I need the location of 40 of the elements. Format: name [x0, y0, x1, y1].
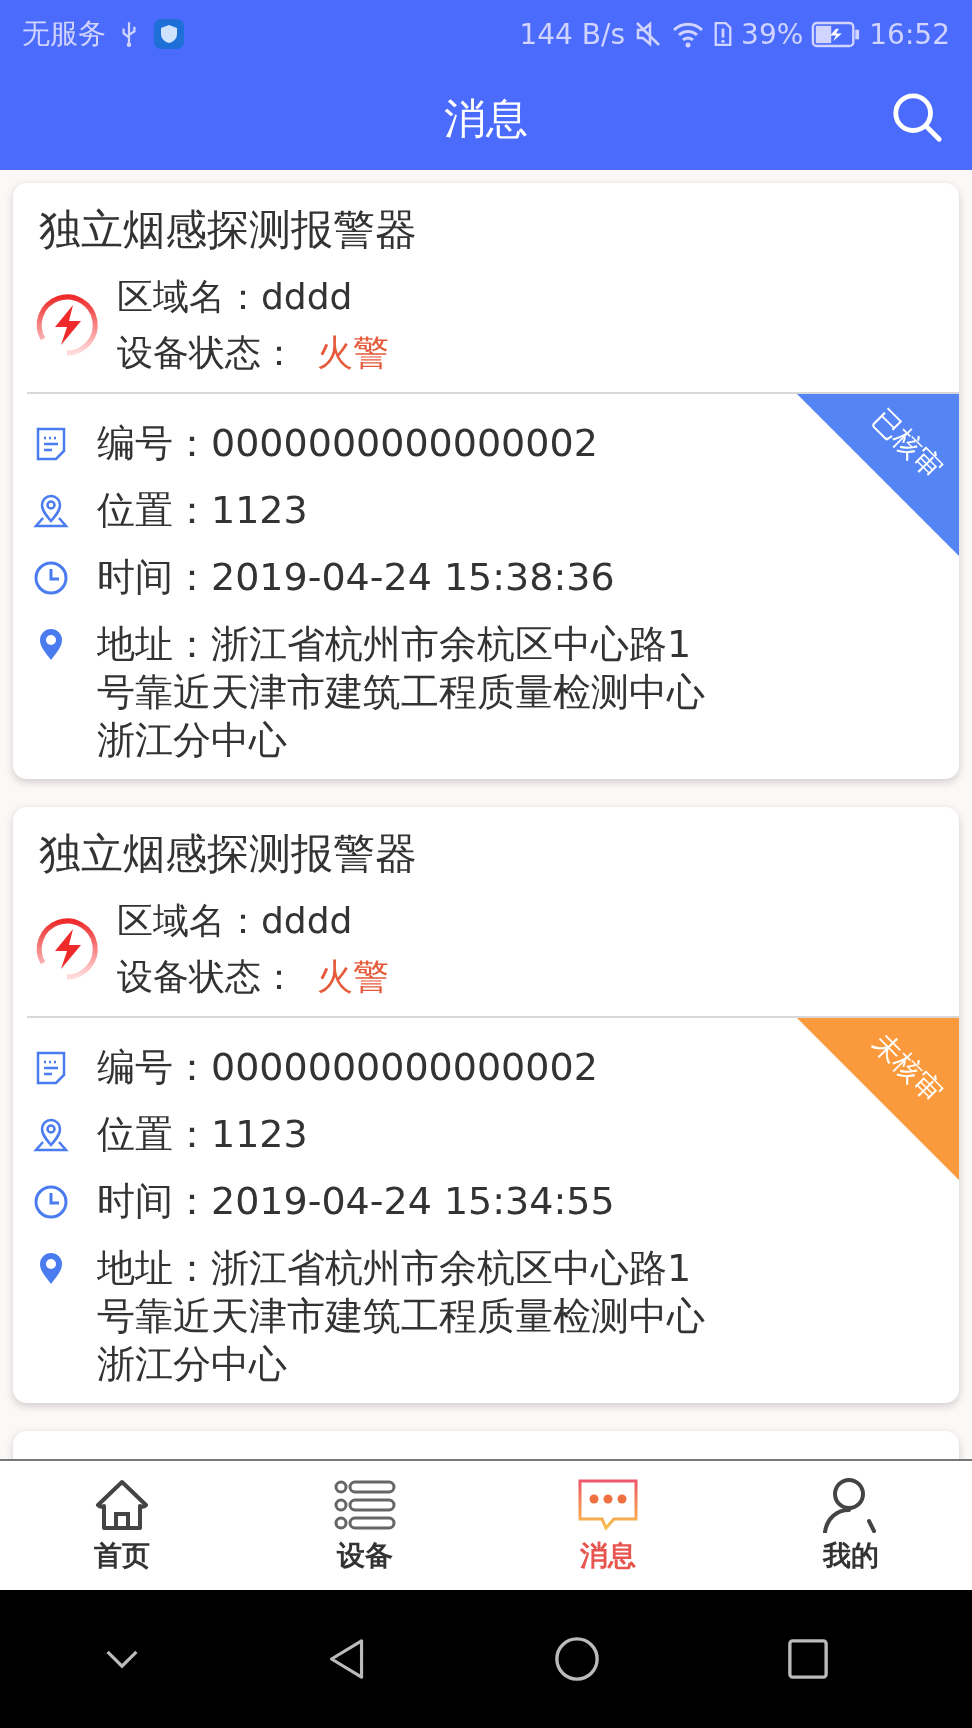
page-title: 消息	[444, 93, 528, 145]
home-circle-icon[interactable]	[553, 1636, 600, 1682]
usb-icon	[120, 20, 138, 48]
message-card[interactable]: 独立烟感探测报警器 区域名：dddd 设备状态： 火警 已核审 编号：0000000000000002 位置：1123 时间：2019-04-24 15:38:36 地址：浙江省杭州市余杭区中心路1号靠近天津市建筑工程质量检测中心浙江分中心	[13, 183, 959, 779]
message-card[interactable]: 独立烟感探测报警器 区域名：dddd 设备状态： 火警 未核审 编号：0000000000000002 位置：1123 时间：2019-04-24 15:34:55 地址：浙江省杭州市余杭区中心路1号靠近天津市建筑工程质量检测中心浙江分中心	[13, 807, 959, 1403]
area-name-text: 区域名：dddd	[117, 899, 354, 943]
area-name-text: 区域名：dddd	[117, 275, 354, 319]
battery-percent-text: 39%	[741, 17, 804, 51]
address-text: 地址：浙江省杭州市余杭区中心路1号靠近天津市建筑工程质量检测中心浙江分中心	[97, 1245, 706, 1388]
nav-tab[interactable]: 设备	[243, 1461, 486, 1590]
device-state-label: 设备状态：	[117, 331, 297, 375]
review-status-ribbon: 已核审	[797, 394, 959, 556]
nav-tab[interactable]: 我的	[729, 1461, 972, 1590]
battery-charging-icon	[811, 20, 862, 48]
field-text: 位置：1123	[97, 487, 308, 534]
search-icon[interactable]	[890, 90, 944, 144]
device-state-value: 火警	[317, 955, 389, 999]
device-title: 独立烟感探测报警器	[38, 828, 418, 880]
nav-tab[interactable]: 消息	[486, 1461, 729, 1590]
shield-app-icon	[154, 19, 184, 49]
clock-text: 16:52	[869, 17, 950, 51]
clock-icon	[33, 1183, 69, 1220]
carrier-text: 无服务	[22, 16, 106, 52]
clock-icon	[33, 559, 69, 596]
map-pin-icon	[33, 492, 69, 529]
device-title: 独立烟感探测报警器	[38, 204, 418, 256]
field-text: 时间：2019-04-24 15:34:55	[97, 1178, 615, 1225]
network-speed-text: 144 B/s	[519, 17, 626, 51]
field-text: 时间：2019-04-24 15:38:36	[97, 554, 615, 601]
recents-square-icon[interactable]	[786, 1638, 829, 1680]
address-text: 地址：浙江省杭州市余杭区中心路1号靠近天津市建筑工程质量检测中心浙江分中心	[97, 621, 706, 764]
nav-tab[interactable]: 首页	[0, 1461, 243, 1590]
review-status-ribbon: 未核审	[797, 1018, 959, 1180]
field-text: 编号：0000000000000002	[97, 420, 598, 467]
device-state-value: 火警	[317, 331, 389, 375]
field-text: 编号：0000000000000002	[97, 1044, 598, 1091]
map-pin-icon	[33, 1116, 69, 1153]
sim-alert-icon	[713, 19, 734, 49]
device-state-label: 设备状态：	[117, 955, 297, 999]
field-text: 位置：1123	[97, 1111, 308, 1158]
